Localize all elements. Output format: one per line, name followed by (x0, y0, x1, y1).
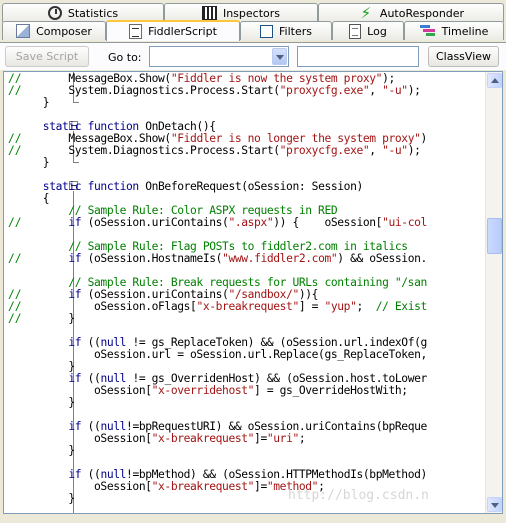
classview-button[interactable]: ClassView (428, 46, 499, 67)
tab-composer[interactable]: Composer (2, 21, 106, 40)
tab-log[interactable]: Log (332, 21, 404, 40)
scroll-thumb[interactable] (487, 218, 502, 254)
code-token: } (30, 312, 75, 325)
code-line: } (30, 397, 75, 409)
code-line: oSession.oFlags["x-breakrequest"] = "yup… (30, 301, 427, 313)
code-token: "uri" (266, 432, 299, 445)
code-token: )) { oSession[ (273, 216, 383, 229)
code-token: System.Diagnostics.Process.Start( (30, 84, 280, 97)
watermark-text: http://blog.csdn.n (288, 488, 429, 503)
code-token: "x-breakrequest" (151, 432, 255, 445)
code-line: if (oSession.uriContains(".aspx")) { oSe… (30, 217, 427, 229)
code-token: if (30, 252, 82, 265)
code-token: ; (356, 300, 376, 313)
code-line: oSession["x-overridehost"] = gs_Override… (30, 385, 408, 397)
code-token: , (369, 144, 383, 157)
code-line: } (30, 156, 50, 169)
code-line: oSession.url = oSession.url.Replace(gs_R… (30, 349, 427, 361)
checkbox-icon (260, 24, 273, 38)
code-token: ; (298, 432, 306, 445)
code-line: } (30, 493, 75, 505)
stopwatch-icon (47, 6, 62, 20)
code-line: System.Diagnostics.Process.Start("proxyc… (30, 145, 421, 157)
code-token: } (30, 396, 75, 409)
tab-row-primary: Statistics Inspectors ⚡ AutoResponder (0, 3, 506, 22)
goto-label: Go to: (108, 51, 142, 64)
script-editor[interactable]: ////////////////// MessageBox.Show("Fidd… (3, 71, 503, 514)
tab-autoresponder-label: AutoResponder (379, 6, 465, 20)
code-token: "x-breakrequest" (151, 480, 255, 493)
tab-statistics-label: Statistics (67, 6, 119, 20)
code-token: ]= (254, 432, 267, 445)
chevron-down-icon[interactable] (272, 48, 287, 65)
scroll-up-icon[interactable] (487, 73, 502, 88)
code-token: , (369, 84, 383, 97)
code-token: } (30, 96, 50, 109)
code-line: System.Diagnostics.Process.Start("proxyc… (30, 85, 421, 97)
code-token: ) && oSession. (337, 252, 427, 265)
inspectors-icon (201, 6, 217, 20)
code-token: } (30, 492, 75, 505)
tab-inspectors-label: Inspectors (222, 6, 281, 20)
code-token: "proxycfg.exe" (279, 144, 370, 157)
code-token: "ui-col (382, 216, 427, 229)
tab-row-secondary: Composer FiddlerScript Filters Log Timel… (0, 20, 506, 41)
goto-dropdown[interactable] (149, 46, 289, 67)
tab-fiddlerscript-label: FiddlerScript (148, 25, 217, 38)
save-script-button[interactable]: Save Script (5, 46, 89, 67)
code-token: "proxycfg.exe" (279, 84, 370, 97)
tab-composer-label: Composer (36, 24, 92, 38)
code-token: OnBeforeRequest(oSession: Session) (138, 180, 363, 193)
code-token: } (30, 444, 75, 457)
code-token: "-u" (382, 84, 408, 97)
code-line: } (30, 96, 50, 109)
code-token: } (30, 156, 50, 169)
code-token: ] = (298, 300, 325, 313)
lightning-icon: ⚡ (360, 4, 372, 22)
code-token: "x-overridehost" (151, 384, 255, 397)
code-token: "x-breakrequest" (196, 300, 299, 313)
tab-log-label: Log (367, 24, 387, 38)
tab-timeline-label: Timeline (441, 24, 489, 38)
script-toolbar: Save Script Go to: ClassView (0, 42, 506, 70)
tab-timeline[interactable]: Timeline (404, 21, 504, 40)
log-icon (349, 23, 362, 39)
code-token: (oSession.HostnameIs( (81, 252, 223, 265)
code-token: ] = gs_OverrideHostWith; (254, 384, 408, 397)
code-line: static function OnBeforeRequest(oSession… (30, 181, 363, 193)
code-token: "www.fiddler2.com" (222, 252, 338, 265)
scroll-down-icon[interactable] (487, 497, 502, 512)
code-token: // Exist (375, 300, 428, 313)
code-token: ); (407, 84, 421, 97)
search-input[interactable] (297, 46, 419, 67)
code-token: ]= (254, 480, 267, 493)
code-token: ".aspx" (228, 216, 274, 229)
tab-filters[interactable]: Filters (240, 21, 332, 40)
vertical-scrollbar[interactable] (485, 72, 502, 513)
code-line: } (30, 445, 75, 457)
code-line: if (oSession.HostnameIs("www.fiddler2.co… (30, 253, 427, 265)
code-token: System.Diagnostics.Process.Start( (30, 144, 280, 157)
code-line: } (30, 313, 75, 325)
code-token: if (30, 216, 82, 229)
code-token: "-u" (382, 144, 408, 157)
tab-filters-label: Filters (279, 24, 312, 38)
timeline-icon (419, 25, 436, 37)
tab-autoresponder[interactable]: ⚡ AutoResponder (318, 3, 504, 22)
code-token: oSession.url = oSession.url.Replace(gs_R… (30, 348, 427, 361)
code-area[interactable]: MessageBox.Show("Fiddler is now the syst… (4, 72, 484, 513)
pencil-icon (16, 24, 31, 38)
code-token: "yup" (324, 300, 357, 313)
code-token: ); (407, 144, 421, 157)
code-token: (oSession.uriContains( (81, 216, 229, 229)
script-icon (129, 24, 143, 39)
code-token: ) (420, 132, 428, 145)
tab-fiddlerscript[interactable]: FiddlerScript (106, 20, 240, 41)
